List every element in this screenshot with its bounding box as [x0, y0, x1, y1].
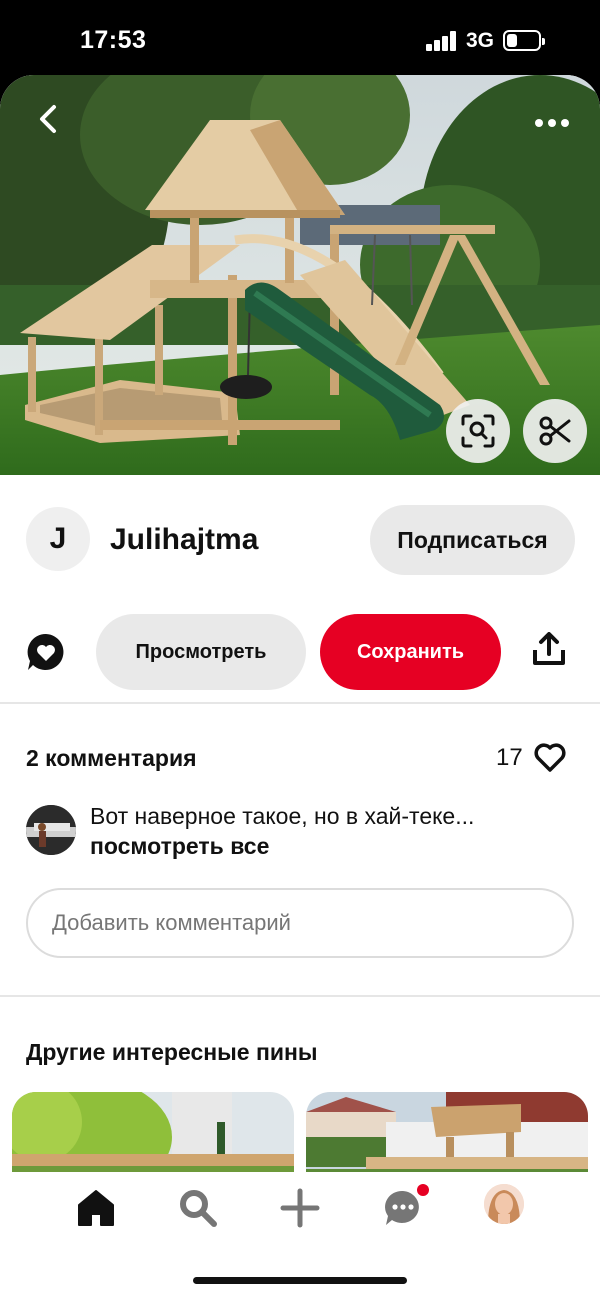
comment-preview[interactable]: Вот наверное такое, но в хай-теке... пос… — [26, 803, 586, 863]
follow-button[interactable]: Подписаться — [370, 505, 575, 575]
save-button[interactable]: Сохранить — [320, 614, 501, 690]
scissors-button[interactable] — [523, 399, 587, 463]
signal-icon — [426, 31, 458, 51]
comments-title: 2 комментария — [26, 745, 197, 771]
divider — [0, 702, 600, 704]
playground-photo — [0, 75, 600, 475]
scissors-icon — [539, 416, 571, 446]
author-avatar[interactable]: J — [26, 507, 90, 571]
author-name[interactable]: Julihajtma — [110, 523, 258, 557]
view-button[interactable]: Просмотреть — [96, 614, 306, 690]
battery-icon — [503, 30, 545, 51]
author-row: J Julihajtma Подписаться — [0, 505, 600, 577]
status-time: 17:53 — [80, 26, 147, 54]
nav-profile-avatar[interactable] — [484, 1184, 524, 1224]
search-icon — [180, 1190, 217, 1227]
pin-detail-screen: J Julihajtma Подписаться Просмотреть Сох… — [0, 75, 600, 1298]
action-row: Просмотреть Сохранить — [0, 612, 600, 692]
home-icon — [78, 1190, 114, 1226]
likes: 17 — [496, 741, 567, 775]
back-button[interactable] — [28, 99, 68, 139]
commenter-avatar[interactable] — [26, 805, 76, 855]
heart-icon[interactable] — [533, 743, 567, 773]
home-indicator — [193, 1277, 407, 1284]
nav-search[interactable] — [176, 1186, 220, 1230]
notification-dot — [417, 1184, 429, 1196]
see-all-comments-link[interactable]: посмотреть все — [90, 833, 269, 860]
visual-search-icon — [461, 414, 495, 448]
divider — [0, 995, 600, 997]
visual-search-button[interactable] — [446, 399, 510, 463]
plus-icon — [280, 1188, 320, 1228]
back-icon — [40, 105, 56, 133]
more-options-button[interactable] — [528, 105, 576, 141]
pin-image[interactable] — [0, 75, 600, 475]
share-icon — [533, 632, 565, 665]
more-pins-title: Другие интересные пины — [26, 1039, 318, 1065]
likes-count: 17 — [496, 744, 523, 771]
nav-messages[interactable] — [381, 1184, 429, 1230]
nav-home[interactable] — [74, 1186, 118, 1230]
nav-create[interactable] — [278, 1186, 322, 1230]
status-bar: 17:53 3G — [0, 0, 600, 80]
comment-text: Вот наверное такое, но в хай-теке... — [90, 803, 475, 829]
share-button[interactable] — [532, 632, 572, 672]
more-icon — [535, 119, 569, 127]
add-comment-input[interactable]: Добавить комментарий — [26, 888, 574, 958]
comment-button[interactable] — [26, 632, 70, 676]
network-type: 3G — [466, 29, 495, 52]
messages-icon — [385, 1190, 419, 1225]
comment-heart-icon — [27, 633, 64, 670]
